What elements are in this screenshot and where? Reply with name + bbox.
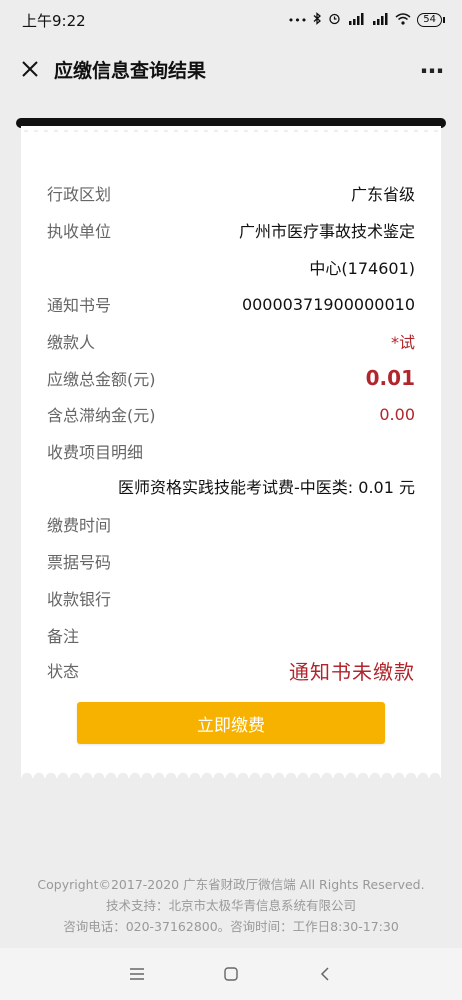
status-value: 通知书未缴款 <box>289 659 415 684</box>
total-amount: 0.01 <box>365 366 415 390</box>
row-late-fee: 含总滞纳金(元) 0.00 <box>47 399 415 429</box>
signal-icon <box>371 12 389 28</box>
total-label: 应缴总金额(元) <box>47 370 156 389</box>
notice-no-label: 通知书号 <box>47 296 112 315</box>
tech-support-text: 技术支持：北京市太极华青信息系统有限公司 <box>105 898 356 913</box>
collector-label: 执收单位 <box>47 222 112 241</box>
page-title: 应缴信息查询结果 <box>54 59 207 82</box>
row-region: 行政区划 广东省级 <box>47 178 415 208</box>
receipt-bottom-edge <box>21 770 441 778</box>
notice-no-value: 00000371900000010 <box>241 294 415 314</box>
row-remark: 备注 <box>47 620 415 650</box>
invoice-no-label: 票据号码 <box>47 553 112 572</box>
row-total: 应缴总金额(元) 0.01 <box>47 363 415 393</box>
system-nav-bar <box>0 948 462 1000</box>
footer: Copyright©2017-2020 广东省财政厅微信端 All Rights… <box>0 874 462 937</box>
payer-value: *试 <box>390 333 415 352</box>
pay-now-button[interactable]: 立即缴费 <box>77 702 385 744</box>
row-invoice-no: 票据号码 <box>47 546 415 576</box>
items-label: 收费项目明细 <box>47 443 144 462</box>
late-fee-label: 含总滞纳金(元) <box>47 406 156 425</box>
row-payer: 缴款人 *试 <box>47 326 415 356</box>
row-status: 状态 通知书未缴款 <box>47 655 415 685</box>
title-bar: 应缴信息查询结果 … <box>0 40 462 98</box>
bluetooth-icon <box>313 12 322 28</box>
region-label: 行政区划 <box>47 185 112 204</box>
receipt-top-edge <box>21 126 441 132</box>
status-icons: ••• 54 <box>287 12 445 28</box>
row-notice-no: 通知书号 00000371900000010 <box>47 289 415 319</box>
payer-label: 缴款人 <box>47 333 96 352</box>
battery-icon: 54 <box>417 13 445 27</box>
row-collector-cont: 中心(174601) <box>47 252 415 282</box>
bank-label: 收款银行 <box>47 590 112 609</box>
collector-value-cont: 中心(174601) <box>309 259 415 278</box>
item-detail: 医师资格实践技能考试费-中医类: 0.01 元 <box>118 478 415 497</box>
back-icon[interactable] <box>310 959 340 989</box>
close-icon[interactable] <box>16 55 44 83</box>
collector-value: 广州市医疗事故技术鉴定 <box>238 222 415 241</box>
copyright-text: Copyright©2017-2020 广东省财政厅微信端 All Rights… <box>37 877 425 892</box>
region-value: 广东省级 <box>350 185 415 204</box>
status-label: 状态 <box>47 662 80 681</box>
wifi-icon <box>395 12 411 28</box>
menu-icon[interactable] <box>122 959 152 989</box>
row-bank: 收款银行 <box>47 583 415 613</box>
home-icon[interactable] <box>216 959 246 989</box>
row-collector: 执收单位 广州市医疗事故技术鉴定 <box>47 215 415 245</box>
row-pay-time: 缴费时间 <box>47 509 415 539</box>
status-time: 上午9:22 <box>22 11 86 30</box>
row-items: 收费项目明细 <box>47 436 415 466</box>
pay-time-label: 缴费时间 <box>47 516 112 535</box>
alarm-icon <box>328 12 341 28</box>
more-options-icon[interactable]: … <box>420 53 446 85</box>
contact-text: 咨询电话：020-37162800。咨询时间：工作日8:30-17:30 <box>63 919 399 934</box>
notification-dots: ••• <box>287 13 308 27</box>
remark-label: 备注 <box>47 627 80 646</box>
status-bar: 上午9:22 ••• 54 <box>0 0 462 40</box>
late-fee-value: 0.00 <box>379 404 415 424</box>
signal-icon <box>347 12 365 28</box>
